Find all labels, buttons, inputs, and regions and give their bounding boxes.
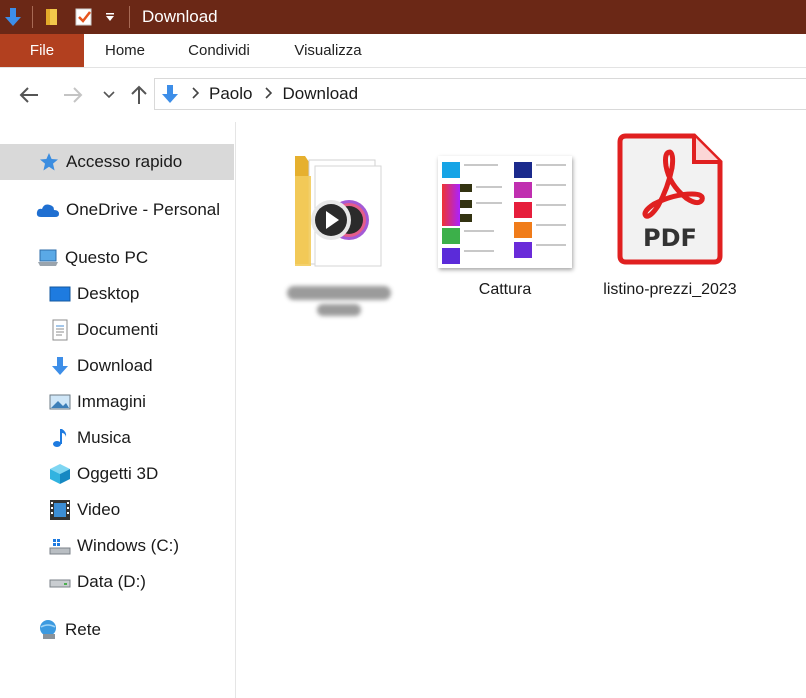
sidebar-item-windows-c[interactable]: Windows (C:) xyxy=(0,528,234,564)
navigation-pane: Accesso rapido OneDrive - Personal Quest… xyxy=(0,122,236,698)
arrow-right-icon xyxy=(64,87,83,103)
download-icon xyxy=(49,355,71,377)
toolbar-divider xyxy=(129,6,130,28)
up-button[interactable] xyxy=(124,80,154,110)
sidebar-item-questo-pc[interactable]: Questo PC xyxy=(0,240,234,276)
image-thumbnail xyxy=(430,128,580,268)
document-icon xyxy=(49,319,71,341)
sidebar-item-label: Musica xyxy=(77,428,131,447)
sidebar-item-label: Desktop xyxy=(77,284,140,303)
sidebar-item-label: Documenti xyxy=(77,320,159,339)
arrow-left-icon xyxy=(19,87,38,103)
computer-icon xyxy=(37,247,59,269)
sidebar-item-label: Oggetti 3D xyxy=(77,464,159,483)
drive-icon xyxy=(49,571,71,593)
back-button[interactable] xyxy=(14,80,44,110)
sidebar-item-label: Windows (C:) xyxy=(77,536,180,555)
file-list: Cattura listino-prezzi_2023 PDF xyxy=(237,122,806,698)
recent-locations-button[interactable] xyxy=(94,80,124,110)
video-icon xyxy=(49,499,71,521)
file-name: listino-prezzi_2023 xyxy=(603,281,737,298)
sidebar-item-label: Data (D:) xyxy=(77,572,146,591)
sidebar-item-label: Download xyxy=(77,356,153,375)
cube-icon xyxy=(49,463,71,485)
file-item-cattura[interactable]: Cattura xyxy=(430,128,580,302)
chevron-right-icon xyxy=(191,86,200,102)
properties-checkbox-icon[interactable] xyxy=(73,5,95,29)
pictures-icon xyxy=(49,391,71,413)
folder-icon[interactable] xyxy=(41,5,63,29)
tab-visualizza[interactable]: Visualizza xyxy=(272,34,384,67)
sidebar-item-documenti[interactable]: Documenti xyxy=(0,312,234,348)
tab-condividi[interactable]: Condividi xyxy=(166,34,272,67)
sidebar-item-musica[interactable]: Musica xyxy=(0,420,234,456)
quick-access-toolbar xyxy=(0,0,138,34)
folder-thumbnail xyxy=(264,128,414,268)
address-bar[interactable]: Paolo Download xyxy=(154,78,806,110)
sidebar-item-label: OneDrive - Personal xyxy=(66,200,221,219)
sidebar-item-desktop[interactable]: Desktop xyxy=(0,276,234,312)
navigation-bar: Paolo Download xyxy=(0,68,806,122)
pdf-badge-label: PDF xyxy=(643,224,697,252)
file-name: Cattura xyxy=(478,281,532,298)
folder-video-icon xyxy=(295,156,382,267)
sidebar-item-label: Video xyxy=(77,500,121,519)
sidebar-item-label: Questo PC xyxy=(65,248,149,267)
tab-home[interactable]: Home xyxy=(84,34,166,67)
redacted-file-name xyxy=(287,284,391,318)
breadcrumb-download[interactable]: Download xyxy=(282,84,358,104)
windows-drive-icon xyxy=(49,535,71,557)
music-icon xyxy=(49,427,71,449)
download-folder-icon xyxy=(161,84,179,104)
sidebar-item-label: Accesso rapido xyxy=(66,152,183,171)
file-item-listino-prezzi[interactable]: listino-prezzi_2023 xyxy=(595,128,745,302)
sidebar-item-download[interactable]: Download xyxy=(0,348,234,384)
sidebar-item-accesso-rapido[interactable]: Accesso rapido xyxy=(0,144,234,180)
cloud-icon xyxy=(36,199,60,221)
sidebar-item-oggetti-3d[interactable]: Oggetti 3D xyxy=(0,456,234,492)
sidebar-item-video[interactable]: Video xyxy=(0,492,234,528)
sidebar-item-label: Rete xyxy=(65,620,101,639)
sidebar-item-label: Immagini xyxy=(77,392,146,411)
star-icon xyxy=(38,151,60,173)
title-bar: Download xyxy=(0,0,806,34)
chevron-right-icon xyxy=(264,86,273,102)
toolbar-divider xyxy=(32,6,33,28)
breadcrumb-paolo[interactable]: Paolo xyxy=(209,84,252,104)
screenshot-preview xyxy=(438,156,572,268)
ribbon-tabs: File Home Condividi Visualizza xyxy=(0,34,806,68)
desktop-icon xyxy=(49,283,71,305)
download-arrow-icon[interactable] xyxy=(2,5,24,29)
tab-file[interactable]: File xyxy=(0,34,84,67)
forward-button[interactable] xyxy=(58,80,88,110)
sidebar-item-rete[interactable]: Rete xyxy=(0,612,234,648)
sidebar-item-onedrive[interactable]: OneDrive - Personal xyxy=(0,192,234,228)
window-title: Download xyxy=(142,7,218,26)
sidebar-item-immagini[interactable]: Immagini xyxy=(0,384,234,420)
chevron-down-icon xyxy=(103,91,115,99)
file-item-folder[interactable] xyxy=(264,128,414,318)
customize-dropdown-icon[interactable] xyxy=(99,5,121,29)
network-icon xyxy=(37,619,59,641)
sidebar-item-data-d[interactable]: Data (D:) xyxy=(0,564,234,600)
arrow-up-icon xyxy=(131,85,147,104)
